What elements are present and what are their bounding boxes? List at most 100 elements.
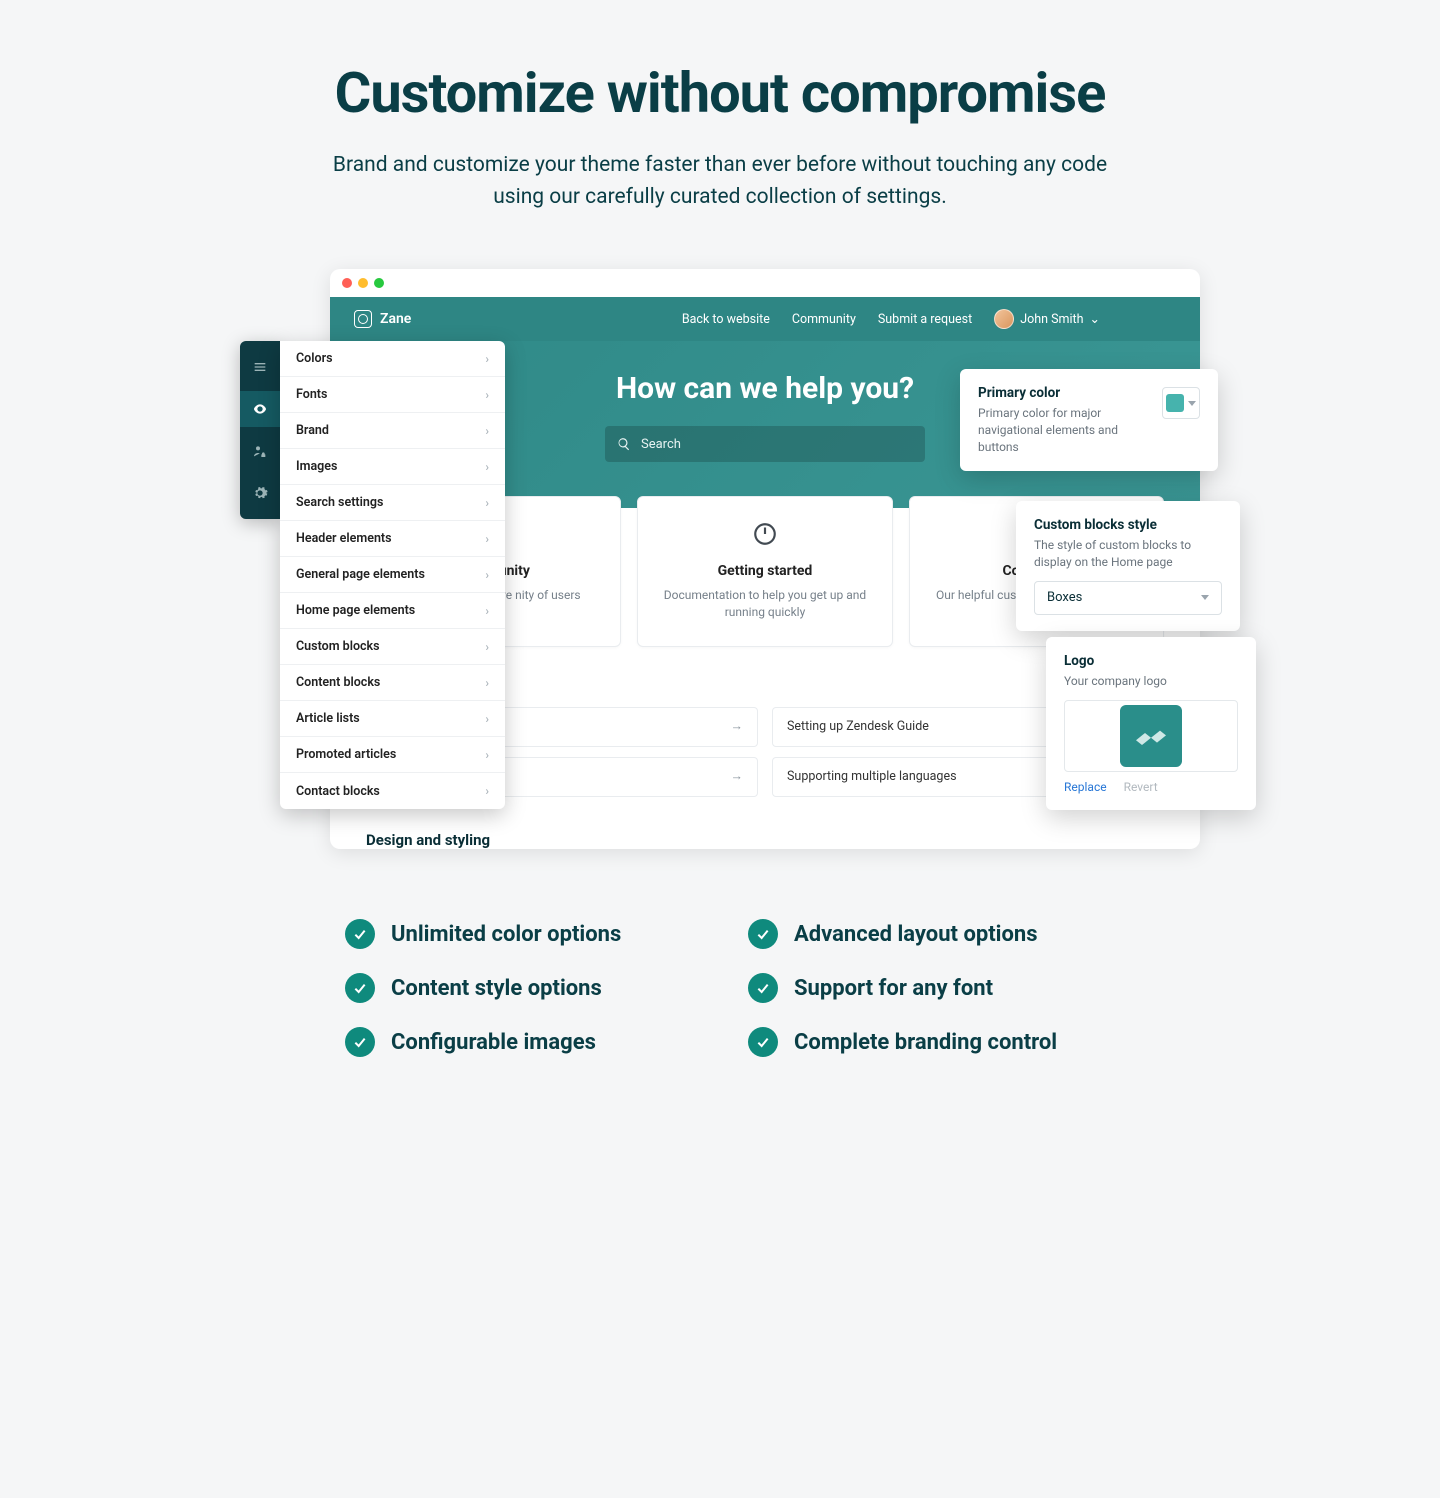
nav-back[interactable]: Back to website: [682, 312, 770, 327]
zane-brand-label: Zane: [380, 311, 411, 327]
popover-desc: The style of custom blocks to display on…: [1034, 537, 1222, 571]
feature-label: Complete branding control: [794, 1030, 1057, 1055]
eye-icon: [252, 401, 268, 417]
search-icon: [617, 437, 631, 451]
showcase-stage: Zane Back to website Community Submit a …: [240, 269, 1200, 849]
search-input[interactable]: Search: [605, 426, 925, 462]
check-icon: [748, 973, 778, 1003]
settings-label: Brand: [296, 423, 329, 438]
chevron-right-icon: ›: [485, 712, 489, 726]
chevron-right-icon: ›: [485, 496, 489, 510]
settings-search[interactable]: Search settings ›: [280, 485, 505, 521]
feature-item: Support for any font: [748, 973, 1095, 1003]
chevron-down-icon: [1201, 595, 1209, 600]
page-subtitle: Brand and customize your theme faster th…: [310, 150, 1130, 213]
chevron-right-icon: ›: [485, 424, 489, 438]
theme-settings-panel: Colors› Fonts › Brand › Images › Search set…: [280, 341, 505, 809]
feature-label: Advanced layout options: [794, 922, 1038, 947]
list-icon: [252, 359, 268, 375]
power-icon: [752, 521, 778, 547]
chevron-down-icon: ⌄: [1090, 311, 1100, 327]
editor-iconbar: [240, 341, 280, 519]
settings-label: Content blocks: [296, 675, 380, 690]
iconbar-settings[interactable]: [240, 475, 280, 511]
gear-icon: [252, 485, 268, 501]
settings-label: Custom blocks: [296, 639, 380, 654]
card-getting-started[interactable]: Getting started Documentation to help yo…: [637, 496, 892, 647]
zane-brand[interactable]: Zane: [354, 310, 411, 328]
chevron-right-icon: ›: [485, 568, 489, 582]
chevron-right-icon: ›: [485, 784, 489, 798]
settings-fonts[interactable]: Fonts ›: [280, 377, 505, 413]
feature-item: Configurable images: [345, 1027, 692, 1057]
settings-images[interactable]: Images ›: [280, 449, 505, 485]
settings-label: Images: [296, 459, 337, 474]
logo-mark-icon: [1133, 727, 1169, 745]
feature-item: Complete branding control: [748, 1027, 1095, 1057]
nav-submit[interactable]: Submit a request: [878, 312, 972, 327]
check-icon: [345, 919, 375, 949]
feature-item: Unlimited color options: [345, 919, 692, 949]
settings-header[interactable]: Header elements ›: [280, 521, 505, 557]
arrow-right-icon: →: [731, 719, 744, 734]
popover-title: Logo: [1064, 653, 1238, 669]
feature-label: Support for any font: [794, 976, 993, 1001]
settings-content-blocks[interactable]: Content blocks ›: [280, 665, 505, 701]
logo-replace-link[interactable]: Replace: [1064, 780, 1107, 794]
logo-revert-link[interactable]: Revert: [1124, 780, 1158, 794]
settings-label: Search settings: [296, 495, 383, 510]
blocks-style-select[interactable]: Boxes: [1034, 581, 1222, 615]
popover-logo: Logo Your company logo Replace Revert: [1046, 637, 1256, 810]
settings-contact-blocks[interactable]: Contact blocks ›: [280, 773, 505, 809]
settings-general[interactable]: General page elements ›: [280, 557, 505, 593]
section-design-title: Design and styling: [330, 813, 1200, 849]
feature-label: Configurable images: [391, 1030, 596, 1055]
settings-promoted[interactable]: Promoted articles ›: [280, 737, 505, 773]
nav-user[interactable]: John Smith ⌄: [994, 309, 1100, 329]
link-label: Supporting multiple languages: [787, 769, 957, 784]
color-picker[interactable]: [1162, 387, 1200, 419]
zane-logo-icon: [354, 310, 372, 328]
settings-label: Contact blocks: [296, 784, 380, 799]
settings-custom-blocks[interactable]: Custom blocks ›: [280, 629, 505, 665]
iconbar-access[interactable]: [240, 433, 280, 469]
feature-item: Advanced layout options: [748, 919, 1095, 949]
logo-preview: [1064, 700, 1238, 772]
settings-home[interactable]: Home page elements›: [280, 593, 505, 629]
popover-title: Primary color: [978, 385, 1148, 401]
settings-colors[interactable]: Colors›: [280, 341, 505, 377]
minimize-dot-icon: [358, 278, 368, 288]
nav-community[interactable]: Community: [792, 312, 856, 327]
chevron-right-icon: ›: [485, 460, 489, 474]
feature-label: Content style options: [391, 976, 602, 1001]
settings-label: Header elements: [296, 531, 392, 546]
chevron-right-icon: ›: [485, 640, 489, 654]
check-icon: [345, 1027, 375, 1057]
settings-brand[interactable]: Brand ›: [280, 413, 505, 449]
iconbar-list[interactable]: [240, 349, 280, 385]
zane-header: Zane Back to website Community Submit a …: [330, 297, 1200, 341]
chevron-down-icon: [1188, 401, 1196, 406]
chevron-right-icon: ›: [485, 388, 489, 402]
check-icon: [345, 973, 375, 1003]
features-grid: Unlimited color options Advanced layout …: [285, 919, 1155, 1057]
settings-label: Fonts: [296, 387, 327, 402]
settings-article-lists[interactable]: Article lists ›: [280, 701, 505, 737]
settings-label: Article lists: [296, 711, 360, 726]
settings-label: Home page elements: [296, 603, 415, 618]
settings-label: General page elements: [296, 567, 425, 582]
chevron-right-icon: ›: [485, 532, 489, 546]
user-lock-icon: [252, 443, 268, 459]
link-label: Setting up Zendesk Guide: [787, 719, 929, 734]
chevron-right-icon: ›: [485, 676, 489, 690]
nav-user-label: John Smith: [1020, 312, 1083, 327]
close-dot-icon: [342, 278, 352, 288]
avatar-icon: [994, 309, 1014, 329]
chevron-right-icon: ›: [485, 748, 489, 762]
maximize-dot-icon: [374, 278, 384, 288]
settings-label: Promoted articles: [296, 747, 396, 762]
iconbar-preview[interactable]: [240, 391, 280, 427]
popover-desc: Primary color for major navigational ele…: [978, 405, 1148, 455]
page-title: Customize without compromise: [240, 60, 1200, 126]
browser-chrome: [330, 269, 1200, 297]
